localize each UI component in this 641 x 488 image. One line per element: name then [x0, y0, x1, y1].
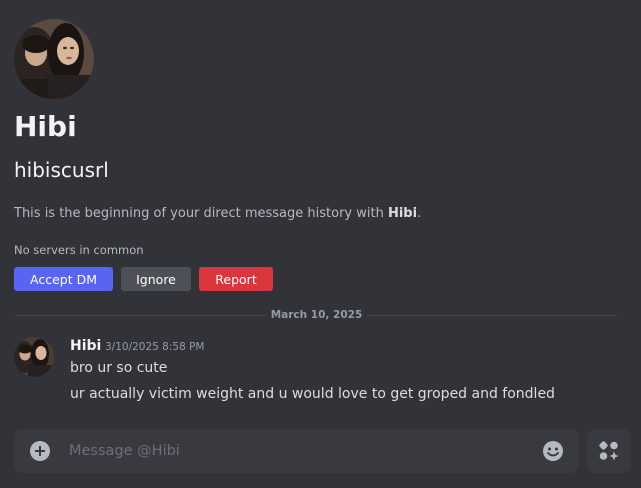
message-author-name[interactable]: Hibi [70, 336, 101, 356]
date-divider-line-left [14, 315, 267, 316]
message-timestamp: 3/10/2025 8:58 PM [105, 341, 205, 353]
app-launcher-icon[interactable] [587, 429, 631, 473]
message-content-line: ur actually victim weight and u would lo… [70, 386, 555, 402]
date-divider-label: March 10, 2025 [270, 309, 363, 321]
message-content-line: bro ur so cute [70, 360, 168, 376]
profile-avatar[interactable] [14, 19, 94, 99]
message-author-avatar[interactable] [14, 337, 54, 377]
message-input[interactable] [69, 429, 529, 473]
dm-channel: Hibi hibiscusrl This is the beginning of… [0, 0, 641, 488]
date-divider-line-right [366, 315, 618, 316]
smiley-icon[interactable] [542, 440, 564, 462]
accept-dm-button[interactable]: Accept DM [14, 267, 113, 291]
dm-intro-suffix: . [417, 206, 422, 221]
dm-intro-prefix: This is the beginning of your direct mes… [14, 206, 388, 221]
plus-circle-icon[interactable] [30, 441, 50, 461]
ignore-button[interactable]: Ignore [121, 267, 191, 291]
profile-display-name: Hibi [14, 110, 77, 143]
report-button[interactable]: Report [199, 267, 273, 291]
profile-username: hibiscusrl [14, 158, 109, 182]
dm-intro-name: Hibi [387, 206, 418, 221]
mutual-servers-text: No servers in common [14, 243, 144, 257]
message-composer [14, 429, 579, 473]
dm-intro-text: This is the beginning of your direct mes… [14, 204, 421, 224]
